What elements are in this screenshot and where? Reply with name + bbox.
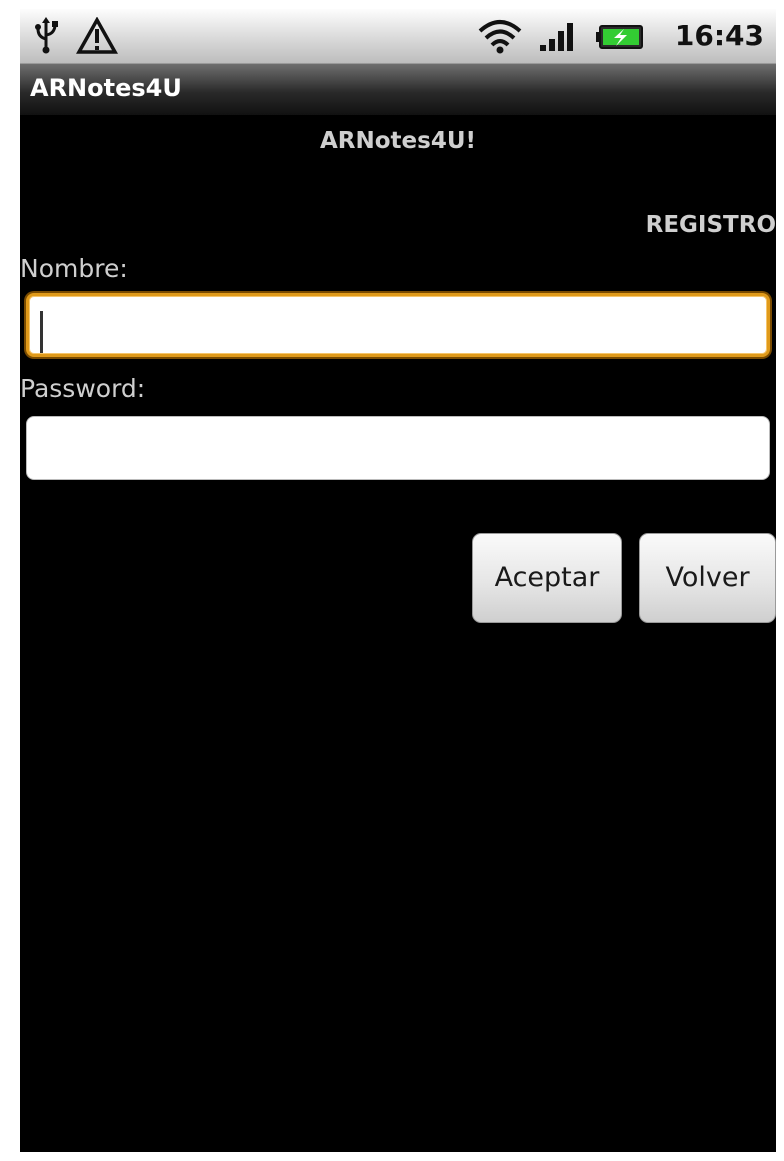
name-input[interactable] <box>26 293 770 357</box>
battery-charging-icon <box>596 25 643 49</box>
name-label: Nombre: <box>20 254 128 283</box>
status-bar: 16:43 <box>20 9 776 63</box>
password-input[interactable] <box>26 416 770 480</box>
back-button[interactable]: Volver <box>639 533 776 623</box>
status-time: 16:43 <box>674 19 764 52</box>
page-heading: ARNotes4U! <box>319 128 476 154</box>
usb-icon <box>35 17 58 54</box>
device-screen: 16:43 ARNotes4U ARNotes4U! REGISTRO Nomb… <box>20 9 776 1152</box>
password-label: Password: <box>20 374 146 403</box>
wifi-icon <box>478 20 522 54</box>
section-title: REGISTRO <box>645 212 776 238</box>
app-title-bar: ARNotes4U <box>20 63 776 115</box>
app-title: ARNotes4U <box>30 74 182 102</box>
text-cursor <box>40 311 43 353</box>
accept-button[interactable]: Aceptar <box>472 533 622 623</box>
signal-icon <box>540 23 573 51</box>
warning-icon <box>76 17 118 54</box>
